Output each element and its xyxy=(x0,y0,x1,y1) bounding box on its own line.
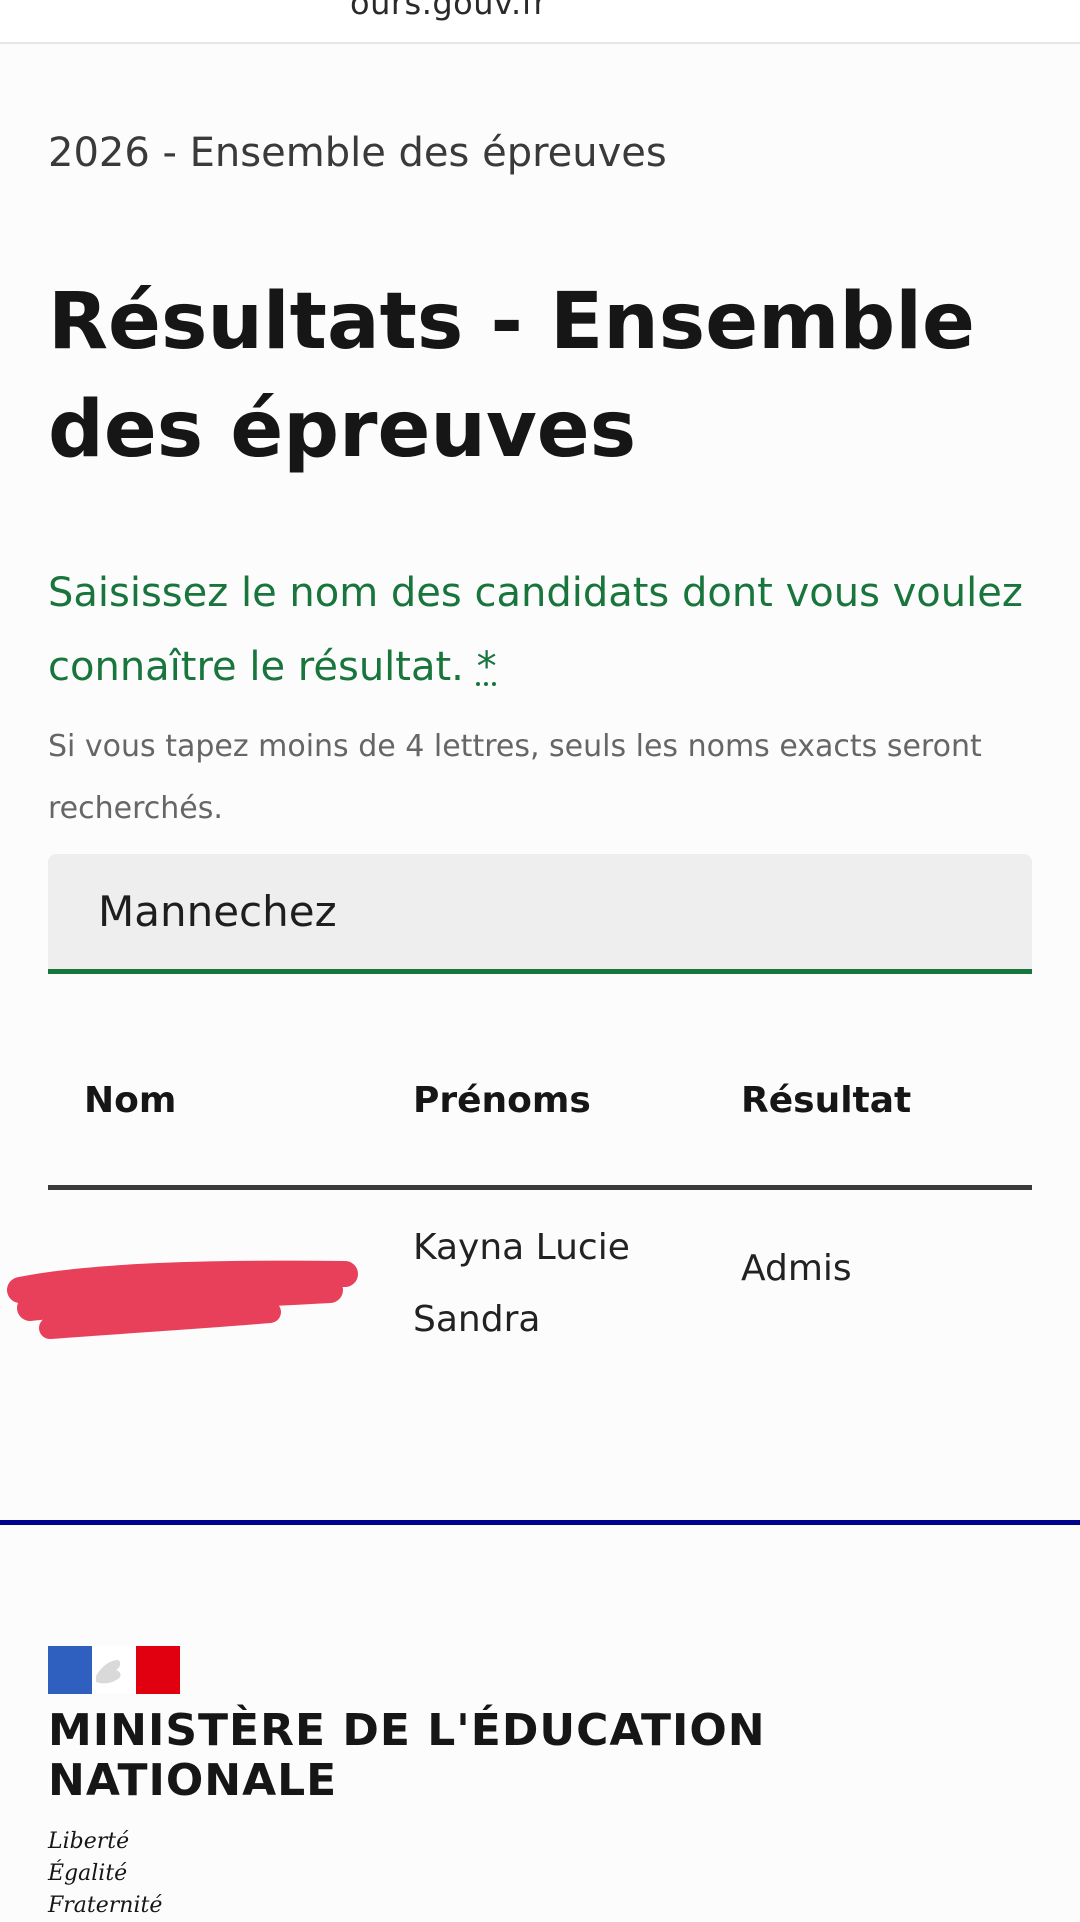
results-table: Nom Prénoms Résultat Kayna Lucie Sandra … xyxy=(7,1050,1032,1380)
required-marker: * xyxy=(476,644,497,690)
search-label-text: Saisissez le nom des candidats dont vous… xyxy=(48,570,1023,690)
motto-liberte: Liberté xyxy=(48,1829,130,1854)
cell-resultat: Admis xyxy=(741,1248,852,1289)
table-header: Nom Prénoms Résultat xyxy=(48,1050,1032,1190)
ministry-name: MINISTÈRE DE L'ÉDUCATION NATIONALE xyxy=(48,1705,766,1806)
flag-blue-band xyxy=(48,1646,92,1694)
column-header-prenoms: Prénoms xyxy=(413,1080,591,1121)
cell-prenoms: Kayna Lucie Sandra xyxy=(413,1227,630,1340)
redaction-scribble xyxy=(7,1260,358,1339)
flag-red-band xyxy=(136,1646,180,1694)
search-hint: Si vous tapez moins de 4 lettres, seuls … xyxy=(48,729,982,826)
footer-divider xyxy=(0,1520,1080,1525)
motto-fraternite: Fraternité xyxy=(48,1893,163,1918)
page-title: Résultats - Ensemble des épreuves xyxy=(48,277,975,475)
breadcrumb: 2026 - Ensemble des épreuves xyxy=(48,130,667,176)
search-field xyxy=(48,854,1032,974)
column-header-nom: Nom xyxy=(84,1080,177,1121)
republic-motto: Liberté Égalité Fraternité xyxy=(48,1826,162,1922)
browser-url-bar[interactable]: ours.gouv.fr xyxy=(0,0,1080,44)
marianne-logo xyxy=(48,1646,180,1694)
url-text: ours.gouv.fr xyxy=(350,0,548,22)
search-input[interactable] xyxy=(48,854,1032,969)
table-row: Kayna Lucie Sandra Admis xyxy=(7,1190,1032,1380)
column-header-resultat: Résultat xyxy=(741,1080,912,1121)
marianne-profile-icon xyxy=(96,1660,121,1684)
motto-egalite: Égalité xyxy=(48,1861,128,1886)
search-label: Saisissez le nom des candidats dont vous… xyxy=(48,556,1038,704)
flag-white-band xyxy=(92,1646,136,1694)
